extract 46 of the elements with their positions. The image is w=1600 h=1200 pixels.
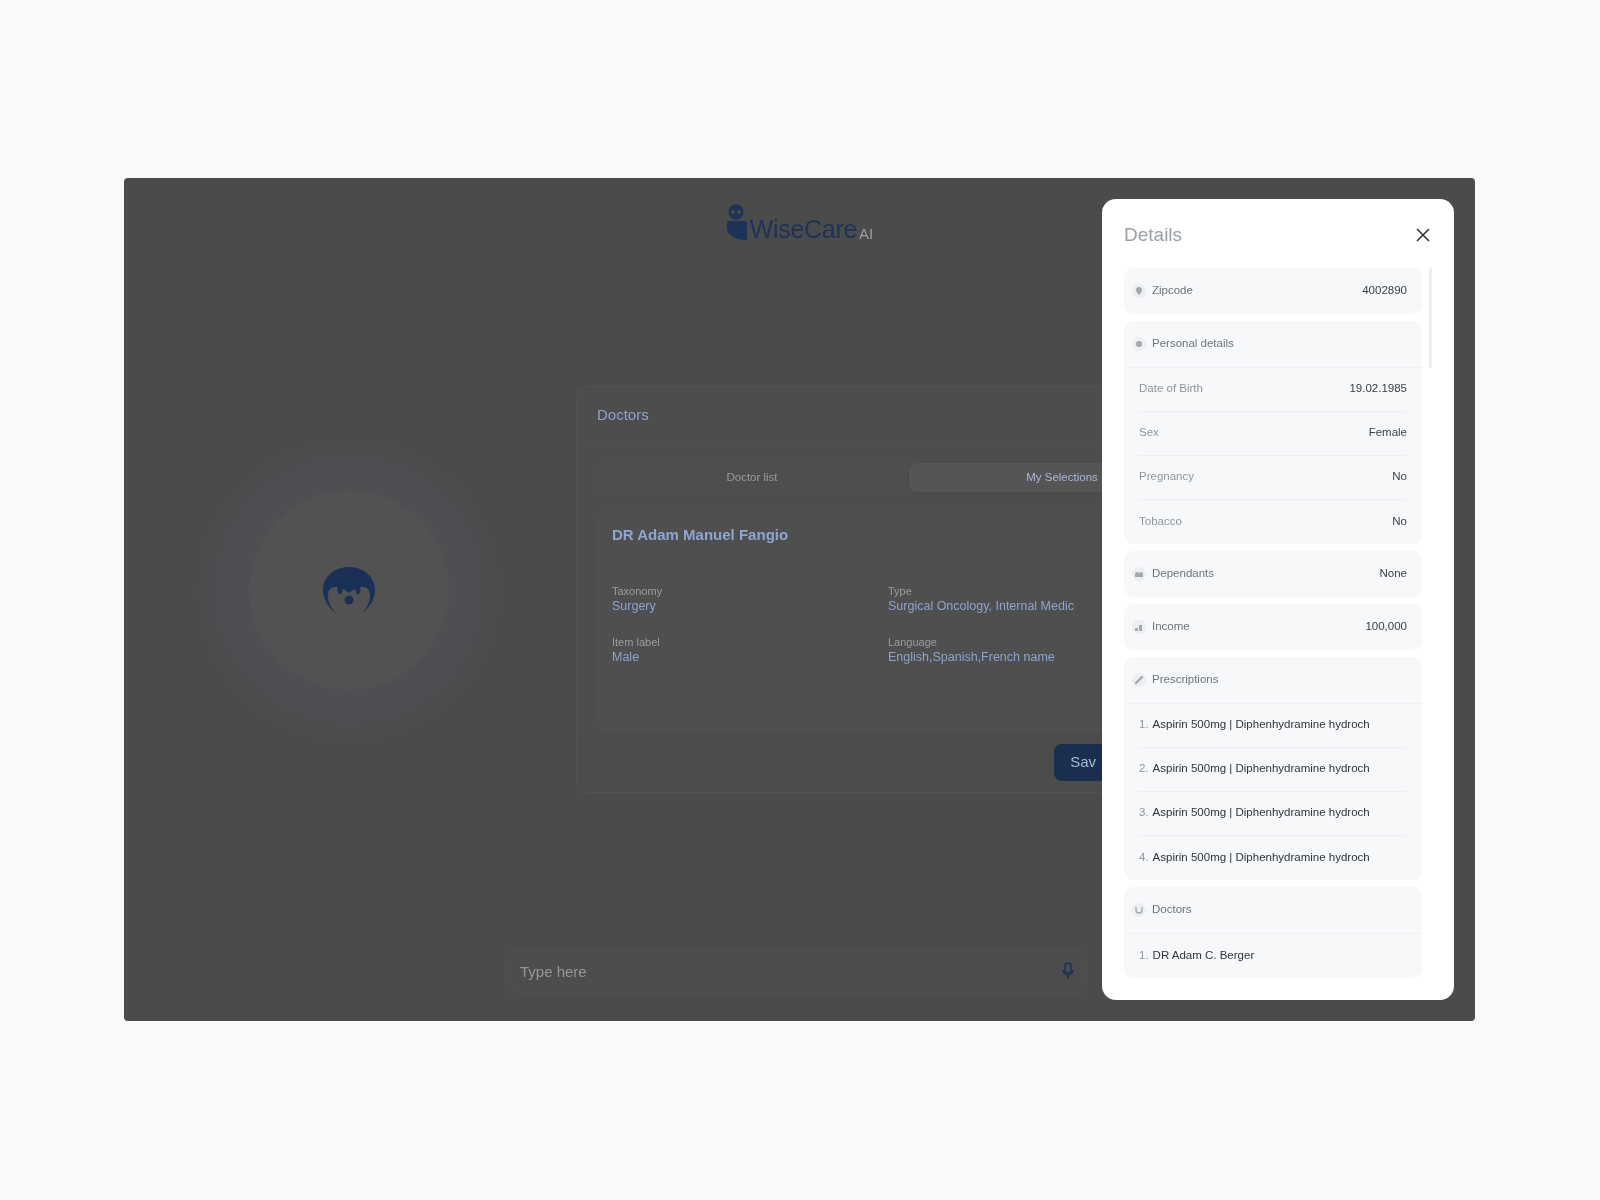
list-item: Aspirin 500mg | Diphenhydramine hydroch	[1152, 761, 1370, 777]
doctor-name: DR Adam Manuel Fangio	[612, 525, 790, 546]
save-button[interactable]: Sav	[1054, 744, 1102, 782]
owl-face-icon	[322, 565, 376, 615]
logo-suffix: AI	[859, 226, 874, 241]
field-label: Language	[888, 636, 938, 650]
row-label: Pregnancy	[1139, 469, 1194, 485]
row-value: 19.02.1985	[1349, 381, 1407, 397]
section-label: Income	[1152, 618, 1190, 634]
section-label: Zipcode	[1152, 282, 1193, 298]
list-item: Aspirin 500mg | Diphenhydramine hydroch	[1152, 717, 1370, 733]
card-title: Doctors	[577, 387, 1102, 443]
field-label: Item label	[612, 636, 661, 650]
section-label: Personal details	[1152, 335, 1234, 351]
section-value: 100,000	[1365, 618, 1407, 634]
field-value: Surgery	[612, 597, 657, 615]
item-number: 1.	[1139, 947, 1149, 963]
owl-logo-icon	[725, 204, 748, 242]
chat-input[interactable]: Type here	[505, 950, 1088, 993]
pin-icon	[1132, 283, 1146, 298]
row-value: No	[1392, 469, 1407, 485]
item-number: 1.	[1139, 717, 1149, 733]
section-label: Prescriptions	[1152, 671, 1219, 687]
item-number: 2.	[1139, 761, 1149, 777]
list-item: Aspirin 500mg | Diphenhydramine hydroch	[1152, 805, 1370, 821]
section-label: Dependants	[1152, 565, 1215, 581]
tab[interactable]: My Selections	[909, 463, 1102, 493]
list-item: DR Adam C. Berger	[1152, 947, 1255, 963]
row-label: Sex	[1139, 425, 1159, 441]
section-value: 4002890	[1362, 282, 1407, 298]
row-value: Female	[1368, 425, 1407, 441]
panel-title: Details	[1124, 223, 1183, 247]
field-value: Male	[612, 649, 641, 666]
row-label: Date of Birth	[1139, 381, 1203, 397]
section-label: Doctors	[1152, 901, 1192, 917]
section-value: None	[1379, 565, 1407, 581]
item-number: 3.	[1139, 805, 1149, 821]
field-label: Type	[888, 584, 913, 598]
row-value: No	[1392, 513, 1407, 529]
list-item: Aspirin 500mg | Diphenhydramine hydroch	[1152, 849, 1370, 865]
tab[interactable]: Doctor list	[599, 463, 905, 493]
field-value: English,Spanish,French name	[888, 649, 1056, 666]
row-label: Tobacco	[1139, 513, 1182, 529]
item-number: 4.	[1139, 849, 1149, 865]
field-value: Surgical Oncology, Internal Medic	[888, 597, 1075, 615]
field-label: Taxonomy	[612, 584, 664, 598]
